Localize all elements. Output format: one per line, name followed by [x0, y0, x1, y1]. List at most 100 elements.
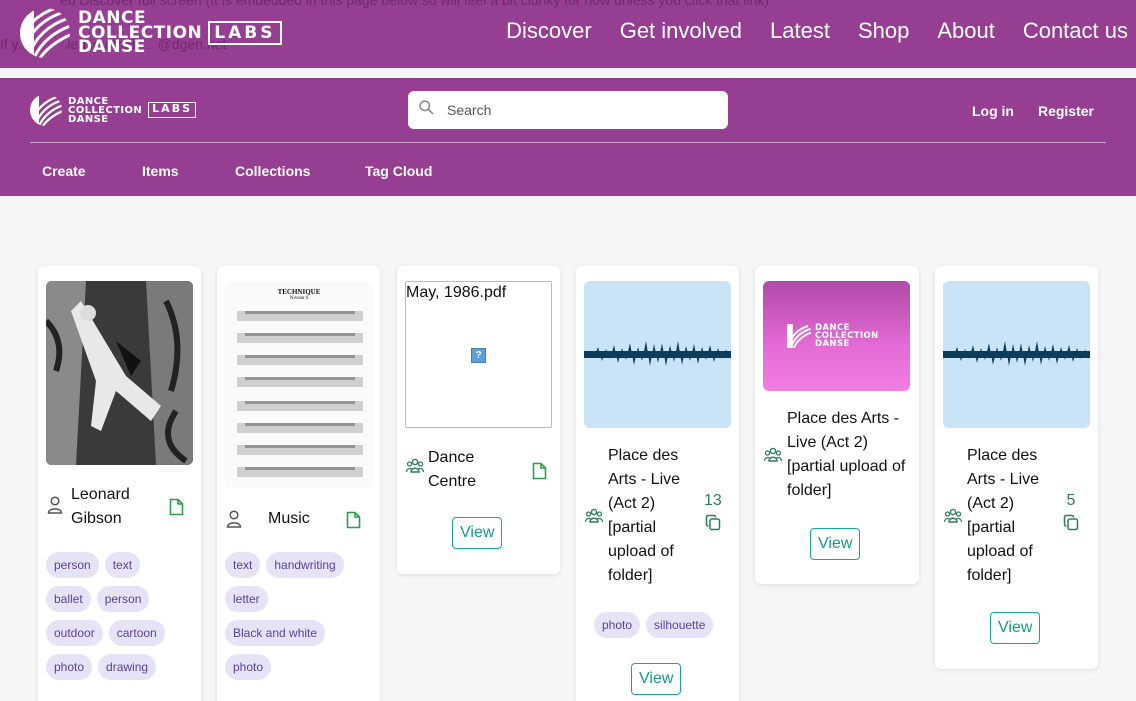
- item-card[interactable]: DANCE COLLECTION DANSE Place des Arts - …: [755, 266, 919, 584]
- tag[interactable]: text: [104, 552, 141, 578]
- nav-collections[interactable]: Collections: [235, 163, 365, 179]
- audio-waveform-thumbnail[interactable]: [584, 281, 731, 428]
- tag[interactable]: ballet: [46, 586, 91, 612]
- tag[interactable]: silhouette: [646, 612, 714, 638]
- view-button[interactable]: View: [990, 612, 1041, 644]
- tag[interactable]: text: [225, 552, 261, 578]
- banner-logo-mark-icon: [787, 324, 811, 348]
- background-notice-text: eb Discover full screen (It is embedded …: [60, 0, 769, 8]
- tag[interactable]: photo: [225, 654, 272, 680]
- view-button[interactable]: View: [810, 528, 861, 560]
- item-count: 5: [1066, 492, 1076, 509]
- labs-badge: LABS: [208, 21, 282, 45]
- card-title-row: Place des Arts - Live (Act 2) [partial u…: [764, 407, 914, 503]
- card-title-row: Music: [226, 507, 372, 531]
- item-card[interactable]: May, 1986.pdf ? Dance Centre View: [397, 266, 560, 574]
- tag-list: text handwriting letter Black and white …: [225, 552, 365, 680]
- login-link[interactable]: Log in: [972, 103, 1014, 119]
- banner-logo: DANCE COLLECTION DANSE: [787, 324, 879, 348]
- document-icon: [532, 462, 547, 480]
- item-count: 13: [704, 492, 722, 509]
- app-logo-mark-icon: [30, 94, 62, 126]
- nav-tag-cloud[interactable]: Tag Cloud: [365, 163, 432, 179]
- document-icon: [169, 498, 184, 516]
- app-labs-badge: LABS: [148, 102, 197, 118]
- card-title[interactable]: Music: [268, 507, 330, 531]
- tag-list: photo silhouette: [594, 612, 734, 638]
- card-title-row: Dance Centre: [406, 446, 552, 494]
- tag[interactable]: Black and white: [225, 620, 326, 646]
- card-title[interactable]: Place des Arts - Live (Act 2) [partial u…: [967, 444, 1057, 588]
- view-button[interactable]: View: [452, 517, 503, 549]
- app-nav: Create Items Collections Tag Cloud: [42, 163, 432, 179]
- nav-items[interactable]: Items: [142, 163, 235, 179]
- app-logo-word-3: DANSE: [68, 113, 109, 125]
- card-title-row: Leonard Gibson: [47, 483, 193, 531]
- tag[interactable]: handwriting: [266, 552, 344, 578]
- header-divider: [30, 142, 1106, 143]
- card-title[interactable]: Dance Centre: [428, 446, 520, 494]
- auth-links: Log in Register: [972, 103, 1094, 119]
- copy-icon: [705, 514, 721, 536]
- score-thumbnail[interactable]: TECHNIQUE Niveau 6: [225, 282, 373, 488]
- tag[interactable]: drawing: [98, 654, 157, 680]
- item-count-group: 5: [1063, 492, 1079, 536]
- app-logo-wordmark: DANCE COLLECTION DANSE: [68, 96, 142, 125]
- tag[interactable]: letter: [225, 586, 268, 612]
- pdf-filename: May, 1986.pdf: [406, 284, 507, 301]
- site-nav: Discover Get involved Latest Shop About …: [506, 18, 1128, 44]
- site-nav-contact[interactable]: Contact us: [1023, 18, 1128, 44]
- site-logo[interactable]: DANCE COLLECTION DANSE LABS: [20, 8, 282, 58]
- nav-create[interactable]: Create: [42, 163, 142, 179]
- register-link[interactable]: Register: [1038, 103, 1094, 119]
- waveform-image: [943, 281, 1090, 428]
- person-icon: [226, 510, 242, 528]
- search-box[interactable]: [408, 91, 728, 129]
- audio-waveform-thumbnail[interactable]: [943, 281, 1090, 428]
- site-header: eb Discover full screen (It is embedded …: [0, 0, 1136, 68]
- tag[interactable]: outdoor: [46, 620, 103, 646]
- app-logo[interactable]: DANCE COLLECTION DANSE LABS: [30, 94, 197, 126]
- card-title-row: Place des Arts - Live (Act 2) [partial u…: [585, 444, 735, 588]
- site-nav-get-involved[interactable]: Get involved: [620, 18, 742, 44]
- group-icon: [944, 508, 962, 524]
- copy-icon: [1063, 514, 1079, 536]
- score-staves: [237, 311, 363, 477]
- tag[interactable]: person: [96, 586, 150, 612]
- search-icon: [418, 99, 435, 121]
- collection-banner-thumbnail[interactable]: DANCE COLLECTION DANSE: [763, 281, 910, 391]
- group-icon: [406, 458, 424, 474]
- document-icon: [346, 511, 361, 529]
- logo-mark-icon: [20, 8, 70, 58]
- site-nav-discover[interactable]: Discover: [506, 18, 592, 44]
- waveform-image: [584, 281, 731, 428]
- photo-thumbnail[interactable]: [46, 281, 193, 465]
- item-card[interactable]: Place des Arts - Live (Act 2) [partial u…: [935, 266, 1098, 669]
- banner-word-3: DANSE: [815, 339, 850, 349]
- tag[interactable]: photo: [46, 654, 93, 680]
- pdf-preview[interactable]: May, 1986.pdf ?: [405, 281, 552, 428]
- tag[interactable]: photo: [594, 612, 641, 638]
- group-icon: [585, 508, 603, 524]
- site-nav-latest[interactable]: Latest: [770, 18, 830, 44]
- item-count-group: 13: [704, 492, 722, 536]
- card-title-row: Place des Arts - Live (Act 2) [partial u…: [944, 444, 1094, 588]
- card-title[interactable]: Place des Arts - Live (Act 2) [partial u…: [787, 407, 909, 503]
- tag-list: person text ballet person outdoor cartoo…: [46, 552, 186, 680]
- app-header: DANCE COLLECTION DANSE LABS Log in Regis…: [0, 78, 1136, 196]
- view-button[interactable]: View: [631, 663, 682, 695]
- site-nav-shop[interactable]: Shop: [858, 18, 909, 44]
- card-title[interactable]: Leonard Gibson: [71, 483, 163, 531]
- item-card[interactable]: Place des Arts - Live (Act 2) [partial u…: [576, 266, 739, 701]
- group-icon: [764, 447, 782, 463]
- site-nav-about[interactable]: About: [937, 18, 995, 44]
- broken-image-icon: ?: [471, 348, 486, 363]
- search-input[interactable]: [447, 102, 707, 118]
- item-card[interactable]: TECHNIQUE Niveau 6 Music text handwritin…: [217, 266, 380, 701]
- card-title[interactable]: Place des Arts - Live (Act 2) [partial u…: [608, 444, 698, 588]
- tag[interactable]: person: [46, 552, 99, 578]
- tag[interactable]: cartoon: [108, 620, 165, 646]
- site-logo-wordmark: DANCE COLLECTION DANSE: [78, 10, 202, 55]
- item-card[interactable]: Leonard Gibson person text ballet person…: [38, 266, 201, 701]
- person-icon: [47, 496, 63, 514]
